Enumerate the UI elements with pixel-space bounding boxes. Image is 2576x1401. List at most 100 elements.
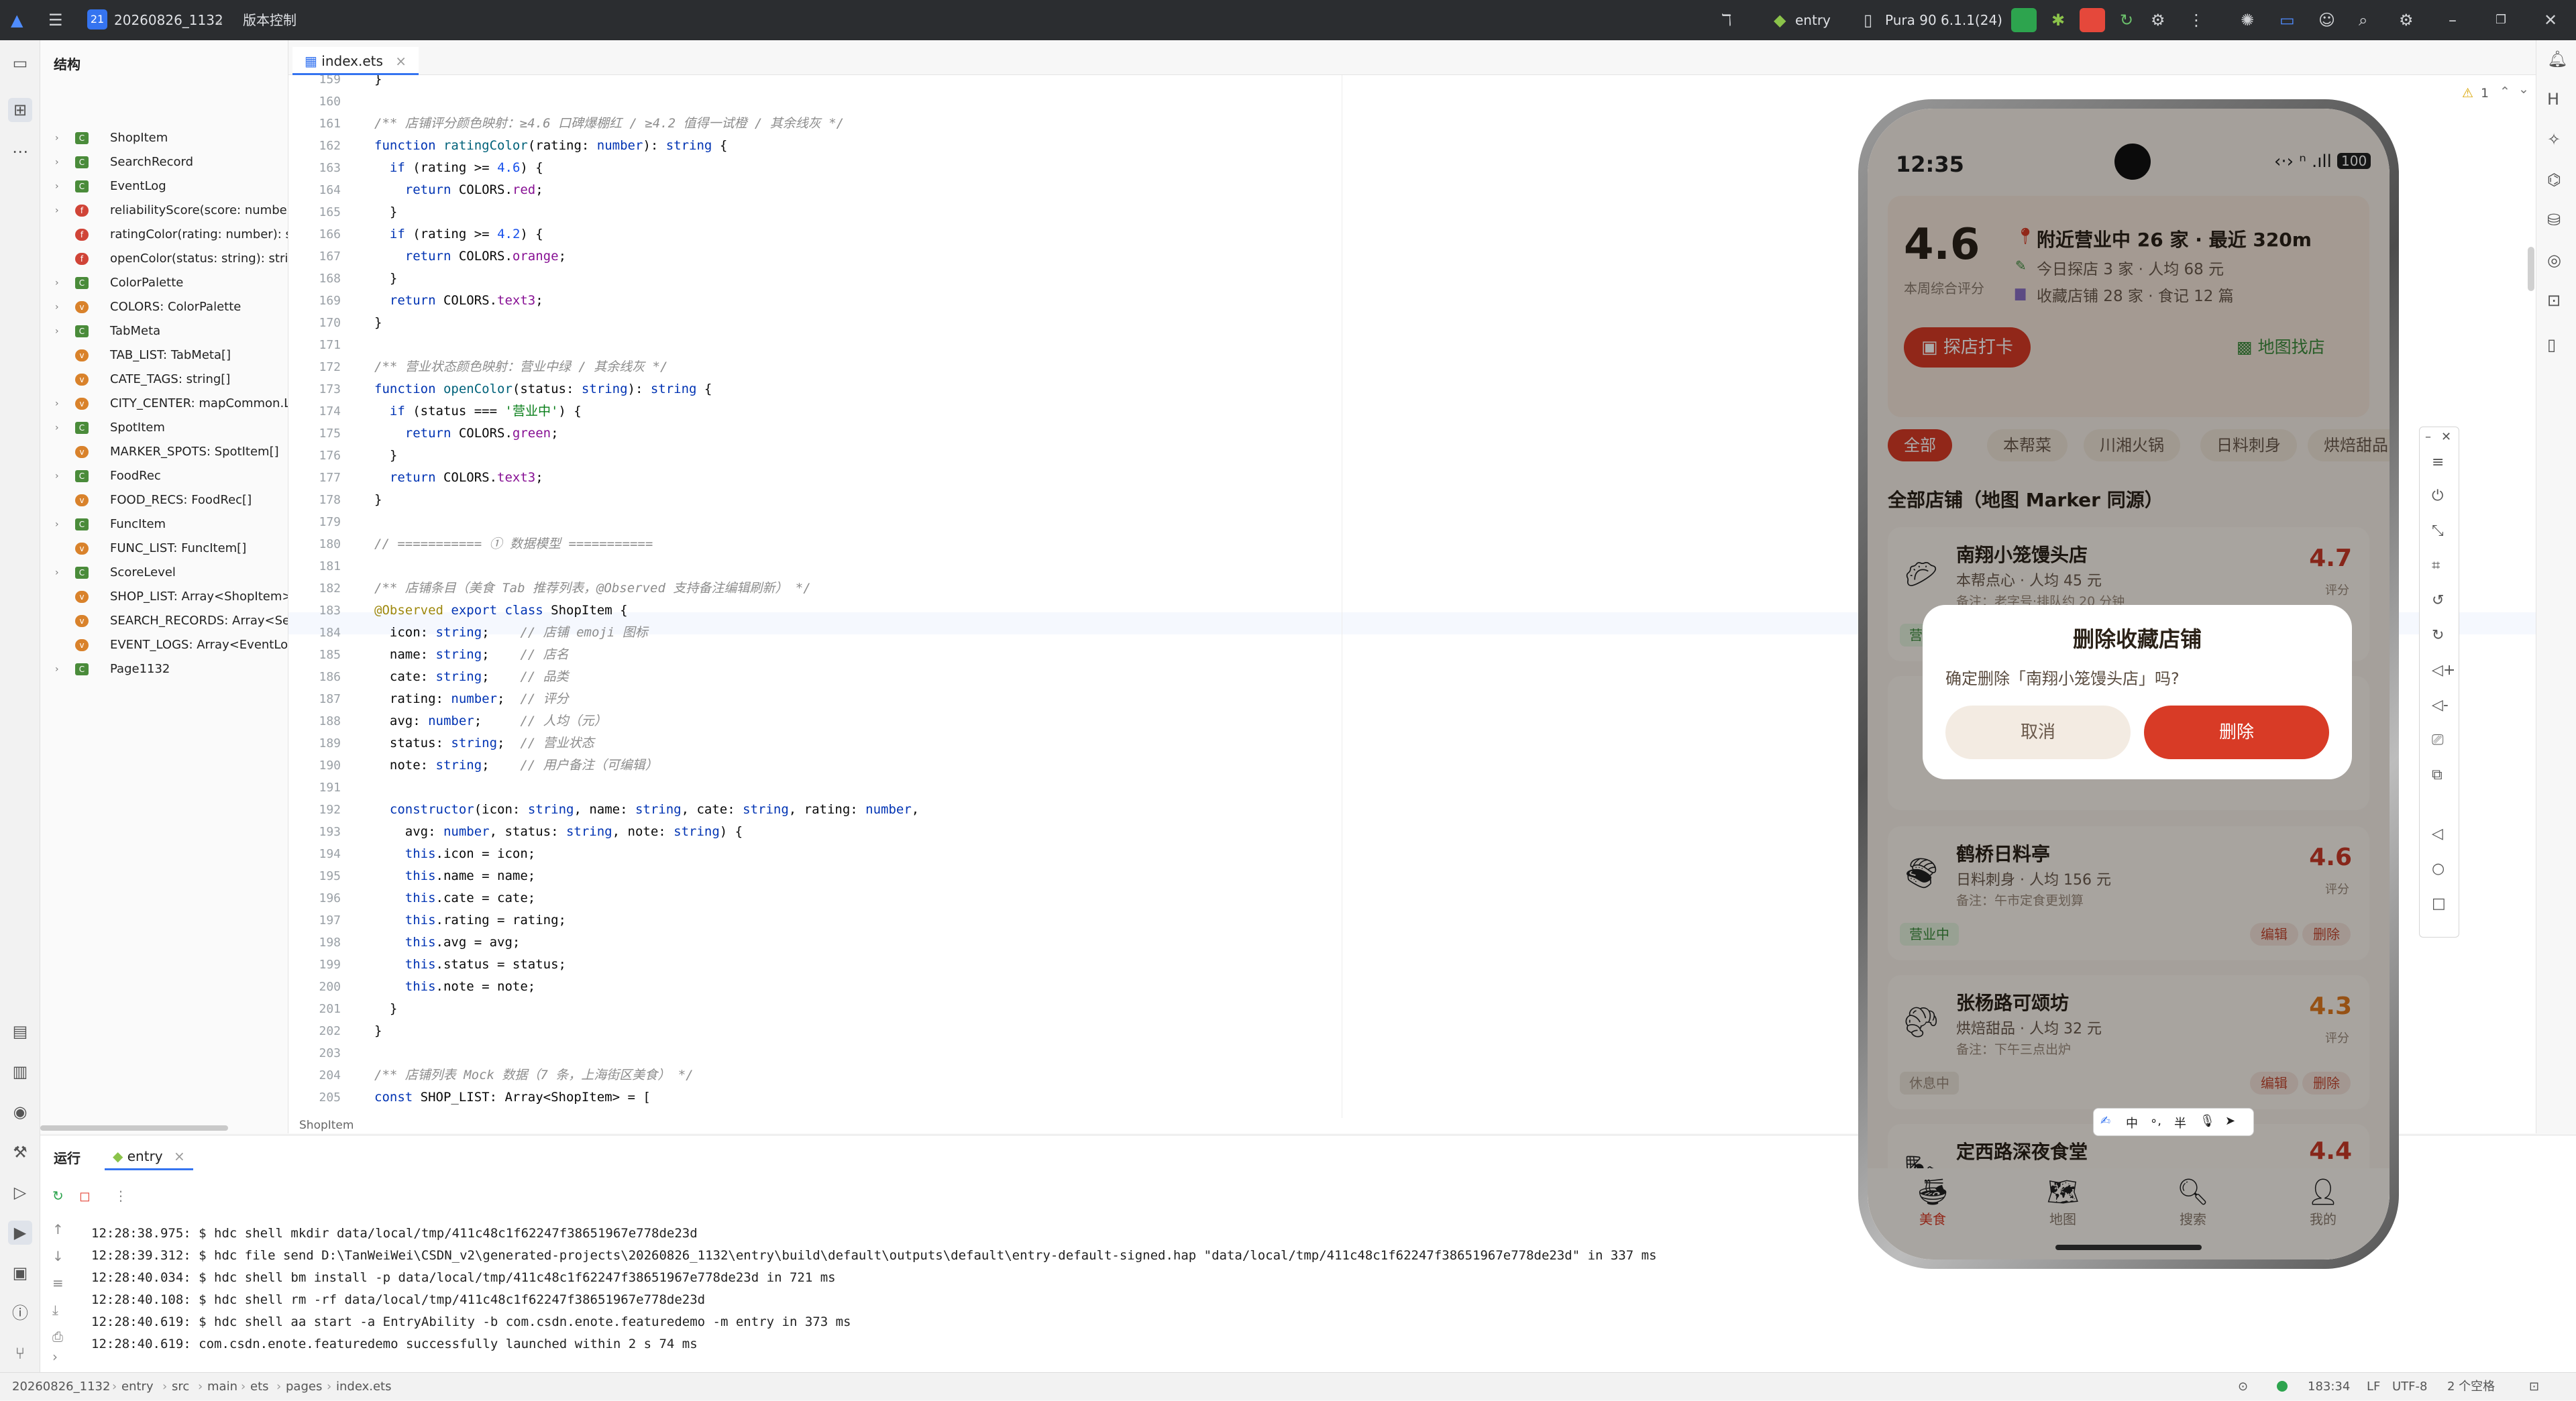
minimize-icon[interactable]: – [2449, 11, 2457, 30]
project-switcher[interactable]: 20260826_1132 [114, 0, 223, 40]
more-tools-icon[interactable]: ⋯ [8, 139, 32, 164]
expand-chevron-icon[interactable]: › [55, 150, 59, 174]
preview-icon[interactable]: ◎ [2547, 251, 2561, 270]
expand-chevron-icon[interactable]: › [55, 126, 59, 150]
status-crumb[interactable]: main [207, 1373, 237, 1401]
run-button[interactable] [2011, 8, 2037, 32]
ime-send-icon[interactable]: ➤ [2225, 1114, 2235, 1128]
module-selector[interactable]: entry [1795, 0, 1831, 40]
emu-menu-icon[interactable]: ≡ [2432, 454, 2444, 471]
folder-icon[interactable]: ▭ [2279, 11, 2295, 30]
vcs-menu[interactable]: 版本控制 [243, 0, 297, 40]
scroll-up-icon[interactable]: ↑ [52, 1221, 64, 1237]
expand-chevron-icon[interactable]: › [55, 561, 59, 585]
phone-screen[interactable]: 12:35 ‹·› ⁿ .ıll 100 4.6 本周综合评分 📍︎ 附近营业中… [1868, 109, 2390, 1259]
structure-item[interactable]: f ratingColor(rating: number): st [40, 223, 288, 247]
expand-chevron-icon[interactable]: › [55, 295, 59, 319]
expand-chevron-icon[interactable]: › [55, 512, 59, 537]
dialog-cancel-button[interactable]: 取消 [1945, 706, 2131, 759]
todo-icon[interactable]: ▤ [8, 1019, 32, 1044]
project-chevron-icon[interactable]: ⌄ [213, 0, 225, 40]
database-icon[interactable]: ⛁ [2547, 211, 2561, 229]
plugins-icon[interactable]: ✧ [2547, 130, 2561, 149]
emu-home-icon[interactable]: ○ [2432, 860, 2445, 877]
inspection-icon[interactable]: ⊙ [2238, 1373, 2248, 1401]
breadcrumb-item[interactable]: ShopItem [299, 1118, 354, 1133]
emu-screenshot-icon[interactable]: ⎚ [2432, 732, 2444, 748]
run-tab-close-icon[interactable]: × [174, 1148, 185, 1164]
emu-volume-down-icon[interactable]: ◁- [2432, 697, 2449, 714]
tab-close-icon[interactable]: × [395, 53, 407, 69]
ime-lang-toggle[interactable]: 中 [2126, 1114, 2138, 1131]
structure-icon[interactable]: ⊞ [8, 98, 32, 122]
profiler-tool-icon[interactable]: ◉ [8, 1100, 32, 1124]
editor-scrollbar[interactable] [2528, 247, 2534, 291]
notifications-icon[interactable]: 🔔︎ [2547, 50, 2567, 68]
structure-item[interactable]: f openColor(status: string): string [40, 247, 288, 271]
structure-item[interactable]: v CATE_TAGS: string[] [40, 368, 288, 392]
git-icon[interactable]: ⑂ [8, 1341, 32, 1365]
expand-chevron-icon[interactable]: › [55, 464, 59, 488]
print-icon[interactable]: ⎙ [52, 1329, 63, 1345]
structure-item[interactable]: v FOOD_RECS: FoodRec[] [40, 488, 288, 512]
services-icon[interactable]: ▷ [8, 1180, 32, 1204]
line-separator[interactable]: LF [2367, 1373, 2380, 1401]
debug-icon[interactable]: ✱ [2051, 11, 2065, 30]
gear-icon[interactable]: ⚙ [2399, 11, 2414, 30]
structure-item[interactable]: › v CITY_CENTER: mapCommon.La [40, 392, 288, 416]
run-tool-icon[interactable]: ▶ [8, 1221, 32, 1245]
emu-recent-icon[interactable]: □ [2432, 895, 2446, 912]
ime-logo-icon[interactable]: ✍ [2100, 1114, 2110, 1128]
stop-button[interactable] [2080, 8, 2105, 32]
build-icon[interactable]: ⚒ [8, 1140, 32, 1164]
warning-count[interactable]: 1 [2481, 86, 2489, 101]
structure-item[interactable]: › C FuncItem [40, 512, 288, 537]
structure-item[interactable]: › C FoodRec [40, 464, 288, 488]
run-tab-entry[interactable]: ◆ entry × [105, 1142, 193, 1170]
project-folder-icon[interactable]: ▭ [8, 51, 32, 75]
emu-copy-icon[interactable]: ⧉ [2432, 767, 2443, 783]
warning-icon[interactable]: ⚠ [2462, 86, 2473, 101]
terminal-icon[interactable]: ▣ [8, 1261, 32, 1285]
emu-crop-icon[interactable]: ⌗ [2432, 557, 2440, 574]
emu-back-icon[interactable]: ◁ [2432, 826, 2443, 842]
scroll-end-icon[interactable]: ⤓ [52, 1302, 58, 1318]
status-crumb[interactable]: index.ets [336, 1373, 391, 1401]
ime-punct-icon[interactable]: ∘, [2150, 1114, 2161, 1128]
structure-item[interactable]: v MARKER_SPOTS: SpotItem[] [40, 440, 288, 464]
emu-rotate-left-icon[interactable]: ↺ [2432, 592, 2444, 609]
soft-wrap-icon[interactable]: ≡ [52, 1275, 64, 1291]
status-crumb[interactable]: ets [250, 1373, 269, 1401]
device-manager-icon[interactable]: ▯ [2547, 335, 2556, 354]
expand-chevron-icon[interactable]: › [55, 174, 59, 199]
status-crumb[interactable]: 20260826_1132 [12, 1373, 110, 1401]
run-options-icon[interactable]: ⋮ [114, 1188, 127, 1204]
inspector-icon[interactable]: ⊡ [2547, 291, 2561, 310]
file-encoding[interactable]: UTF-8 [2392, 1373, 2427, 1401]
lock-icon[interactable]: ⊡ [2529, 1373, 2539, 1401]
stop-run-icon[interactable]: ◻ [79, 1188, 91, 1204]
maximize-icon[interactable]: ❐ [2496, 11, 2506, 30]
expand-chevron-icon[interactable]: › [55, 271, 59, 295]
account-icon[interactable]: ☺ [2318, 11, 2335, 30]
cursor-position[interactable]: 183:34 [2308, 1373, 2350, 1401]
translate-icon[interactable]: ℸ [1721, 11, 1731, 30]
structure-item[interactable]: › C ScoreLevel [40, 561, 288, 585]
expand-chevron-icon[interactable]: › [55, 199, 59, 223]
emu-volume-up-icon[interactable]: ◁+ [2432, 662, 2455, 679]
structure-item[interactable]: › C Page1132 [40, 657, 288, 681]
main-menu-icon[interactable]: ☰ [48, 11, 63, 30]
next-highlight-icon[interactable]: ⌄ [2518, 82, 2529, 97]
structure-item[interactable]: › f reliabilityScore(score: number): [40, 199, 288, 223]
settings-icon[interactable]: ✺ [2241, 11, 2254, 30]
status-crumb[interactable]: entry [121, 1373, 154, 1401]
problems-icon[interactable]: ⓘ [8, 1301, 32, 1325]
dialog-delete-button[interactable]: 删除 [2144, 706, 2329, 759]
layers-icon[interactable]: ▥ [8, 1060, 32, 1084]
structure-item[interactable]: v SHOP_LIST: Array<ShopItem> [40, 585, 288, 609]
tab-index-ets[interactable]: ▦ index.ets × [292, 47, 419, 75]
structure-item[interactable]: v SEARCH_RECORDS: Array<Sear [40, 609, 288, 633]
emu-rotate-right-icon[interactable]: ↻ [2432, 627, 2444, 644]
structure-item[interactable]: › C ColorPalette [40, 271, 288, 295]
profiler-icon[interactable]: ⚙ [2151, 11, 2165, 30]
